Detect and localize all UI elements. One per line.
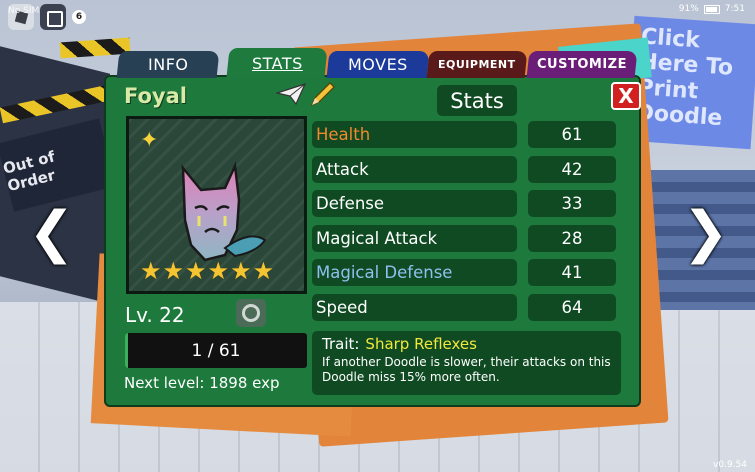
stat-label: Defense: [312, 190, 517, 217]
xp-progress-text: 1 / 61: [191, 340, 241, 361]
tab-stats[interactable]: STATS: [226, 48, 328, 78]
close-button[interactable]: X: [611, 82, 641, 110]
notification-badge: 6: [72, 10, 86, 24]
tab-label: EQUIPMENT: [438, 58, 516, 71]
stat-value: 61: [528, 121, 616, 148]
stat-value: 33: [528, 190, 616, 217]
star-icon: ★: [207, 257, 230, 285]
star-icon: ★: [162, 257, 185, 285]
tab-label: CUSTOMIZE: [537, 57, 627, 72]
stat-value: 64: [528, 294, 616, 321]
carrier-text: No SIM: [8, 6, 40, 16]
tab-moves[interactable]: MOVES: [326, 51, 430, 78]
xp-progress-fill: [125, 333, 128, 368]
status-bar-left: 6 No SIM: [8, 4, 86, 30]
battery-text: 91%: [678, 4, 699, 14]
star-icon: ★: [185, 257, 207, 285]
battery-icon: [703, 4, 720, 14]
stat-row-health: Health 61: [312, 121, 617, 148]
trait-prefix: Trait:: [322, 335, 360, 353]
stat-label: Attack: [312, 156, 517, 183]
stat-value: 41: [528, 259, 616, 286]
stat-row-magical-defense: Magical Defense 41: [312, 259, 617, 286]
star-icon: ★: [252, 257, 275, 285]
target-icon[interactable]: [236, 299, 266, 327]
tab-label: STATS: [251, 53, 303, 73]
stat-row-speed: Speed 64: [312, 294, 617, 321]
trait-box: Trait: Sharp Reflexes If another Doodle i…: [312, 331, 621, 395]
tab-customize[interactable]: CUSTOMIZE: [526, 51, 638, 78]
pencil-icon[interactable]: [307, 80, 337, 110]
chevron-left-icon[interactable]: ❮: [28, 205, 75, 261]
panel-title: Stats: [437, 85, 517, 116]
clock-text: 7:51: [724, 4, 745, 14]
version-text: v0.9.54: [713, 460, 747, 470]
tab-label: MOVES: [348, 55, 408, 74]
star-icon: ★: [140, 257, 162, 285]
chat-button[interactable]: [40, 4, 66, 30]
star-rating: ★ ★ ★ ★ ★ ★: [140, 259, 274, 283]
stat-value: 42: [528, 156, 616, 183]
xp-progress-bar: 1 / 61: [125, 333, 307, 368]
trait-description: If another Doodle is slower, their attac…: [322, 355, 611, 384]
doodle-name: Foyal: [124, 84, 187, 108]
chevron-right-icon[interactable]: ❯: [682, 205, 729, 261]
stat-label: Magical Defense: [312, 259, 517, 286]
tab-equipment[interactable]: EQUIPMENT: [426, 51, 528, 78]
target-ring: [242, 304, 260, 322]
stat-label: Health: [312, 121, 517, 148]
stat-row-defense: Defense 33: [312, 190, 617, 217]
sparkle-icon: ✦: [140, 128, 159, 153]
stat-row-attack: Attack 42: [312, 156, 617, 183]
trait-header: Trait: Sharp Reflexes: [322, 335, 611, 353]
stat-label: Magical Attack: [312, 225, 517, 252]
tab-label: INFO: [147, 55, 189, 74]
stat-value: 28: [528, 225, 616, 252]
stat-label: Speed: [312, 294, 517, 321]
paper-plane-icon[interactable]: [276, 82, 306, 106]
trait-name: Sharp Reflexes: [365, 335, 477, 353]
stat-row-magical-attack: Magical Attack 28: [312, 225, 617, 252]
star-icon: ★: [230, 257, 252, 285]
doodle-level: Lv. 22: [125, 303, 185, 327]
status-bar-right: 91% 7:51: [679, 4, 745, 14]
tab-info[interactable]: INFO: [116, 51, 220, 78]
next-level-text: Next level: 1898 exp: [124, 374, 280, 392]
doodle-creature-image: [181, 161, 267, 262]
